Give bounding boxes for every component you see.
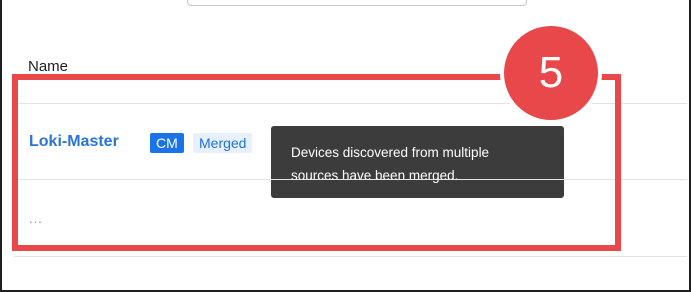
step-number: 5 <box>538 48 564 97</box>
name-column-header[interactable]: Name <box>28 58 68 75</box>
row-divider <box>14 256 687 257</box>
step-number-badge: 5 <box>500 22 602 124</box>
search-input[interactable] <box>187 0 527 6</box>
